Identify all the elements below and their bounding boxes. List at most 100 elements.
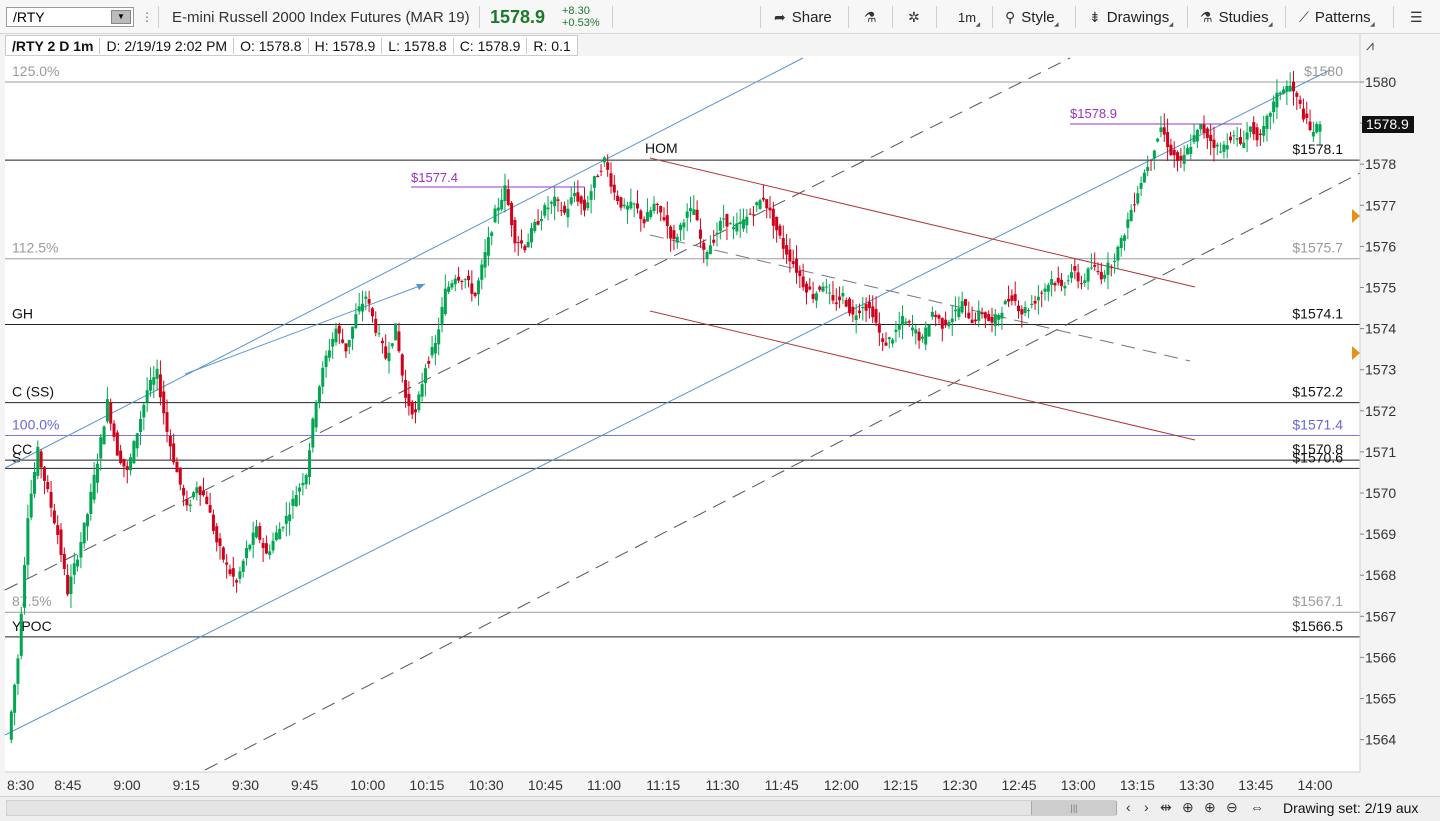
scrollbar-thumb[interactable]: ||| [1031, 801, 1117, 815]
price-tick-label: 1569 [1365, 526, 1396, 542]
axis-scale-icon[interactable]: ⩘ [1366, 38, 1374, 54]
candle-body [977, 310, 981, 321]
style-button[interactable]: ⚲ Style ◢ [1005, 0, 1059, 34]
time-tick-label: 10:00 [350, 777, 385, 793]
divider [992, 6, 993, 28]
candle-body [327, 350, 331, 358]
flask-button[interactable]: ⚗ [864, 0, 877, 34]
crosshair-icon[interactable]: ⊕ [1182, 799, 1194, 816]
candle-body [559, 210, 563, 212]
candle-body [1017, 305, 1021, 312]
change-absolute: +8.30 [562, 5, 590, 17]
candle-body [205, 496, 209, 505]
current-price-label: 1578.9 [1366, 116, 1409, 132]
candle-body [1219, 151, 1223, 153]
horizontal-scrollbar[interactable]: ||| [6, 800, 1117, 816]
candle-body [311, 418, 315, 448]
price-tick-label: 1572 [1365, 403, 1396, 419]
fit-icon[interactable]: ⇔ [1250, 799, 1264, 815]
level-left-label: GH [12, 305, 33, 321]
patterns-button[interactable]: ⟋ Patterns ◢ [1299, 0, 1375, 34]
expand-icon[interactable]: ⇹ [1160, 799, 1172, 816]
symbol-input[interactable]: /RTY ▼ [6, 7, 134, 27]
price-mark-label: $1577.4 [411, 170, 458, 185]
time-tick-label: 12:15 [883, 777, 918, 793]
divider [936, 6, 937, 28]
candle-body [864, 304, 868, 311]
price-tick-label: 1580 [1365, 74, 1396, 90]
zoom-in-icon[interactable]: ⊕ [1204, 799, 1216, 816]
candle-body [546, 207, 550, 210]
candle-body [679, 224, 683, 231]
candle-body [655, 203, 659, 205]
candle-body [178, 467, 182, 485]
candle-body [321, 367, 325, 387]
candle-body [1033, 300, 1037, 304]
time-tick-label: 11:30 [705, 777, 739, 793]
candle-body [354, 314, 358, 328]
zoom-out-icon[interactable]: ⊖ [1226, 799, 1238, 816]
candle-body [1291, 81, 1295, 92]
candle-body [208, 505, 212, 513]
candle-body [1265, 115, 1269, 129]
candle-body [1195, 129, 1199, 142]
chart-title: /RTY 2 D 1m [6, 37, 101, 54]
candle-body [1070, 272, 1074, 279]
candle-body [337, 325, 341, 334]
studies-button[interactable]: ⚗ Studies ◢ [1200, 0, 1273, 34]
candle-body [924, 327, 928, 345]
candle-body [1166, 132, 1170, 148]
candle-body [612, 184, 616, 193]
candle-body [639, 210, 643, 220]
drawing-set-label[interactable]: Drawing set: 2/19 aux [1283, 800, 1418, 816]
candle-body [241, 560, 245, 572]
candle-body [877, 323, 881, 333]
candle-body [56, 525, 60, 536]
candle-body [129, 457, 133, 471]
drawings-label: Drawings [1106, 8, 1170, 26]
candle-body [49, 491, 53, 508]
time-tick-label: 8:30 [7, 777, 34, 793]
price-tick-label: 1576 [1365, 238, 1396, 254]
candle-body [665, 215, 669, 226]
candle-body [324, 355, 328, 368]
symbol-menu-icon[interactable]: ⋮ [141, 0, 153, 34]
candle-body [861, 307, 865, 309]
candle-body [95, 463, 99, 483]
price-tick-label: 1577 [1365, 197, 1396, 213]
divider [1075, 6, 1076, 28]
candle-body [377, 333, 381, 335]
scroll-left-icon[interactable]: ‹ [1126, 799, 1131, 815]
price-tick-label: 1567 [1365, 608, 1396, 624]
candle-body [758, 200, 762, 209]
candle-body [221, 547, 225, 560]
candle-body [1212, 139, 1216, 148]
candle-body [132, 441, 136, 464]
candle-body [1056, 277, 1060, 283]
candle-body [755, 202, 759, 206]
candle-body [828, 292, 832, 294]
drawings-button[interactable]: ⇟ Drawings ◢ [1089, 0, 1173, 34]
candle-body [1162, 127, 1166, 135]
candle-body [616, 195, 620, 202]
candle-body [89, 491, 93, 514]
candle-body [66, 574, 70, 595]
candle-body [374, 318, 378, 333]
candle-body [1182, 154, 1186, 164]
time-tick-label: 13:45 [1238, 777, 1273, 793]
share-button[interactable]: ➦ Share [774, 0, 832, 34]
candle-body [26, 518, 30, 565]
candle-body [672, 230, 676, 239]
time-tick-label: 13:30 [1179, 777, 1214, 793]
symbol-dropdown-icon[interactable]: ▼ [111, 10, 131, 24]
candle-body [1132, 204, 1136, 206]
current-price-tag: 1578.9 [1362, 116, 1414, 133]
price-chart[interactable]: 125.0% $1580 $1578.1 112.5% $1575.7 GH $1574.1… [0, 34, 1440, 796]
candle-body [225, 562, 229, 565]
candle-body [732, 227, 736, 230]
scroll-right-icon[interactable]: › [1144, 799, 1149, 815]
timeframe-button[interactable]: 1m ◢ [958, 0, 980, 34]
menu-button[interactable]: ☰ [1410, 0, 1423, 34]
candle-body [993, 314, 997, 326]
settings-button[interactable]: ✲ [908, 0, 920, 34]
